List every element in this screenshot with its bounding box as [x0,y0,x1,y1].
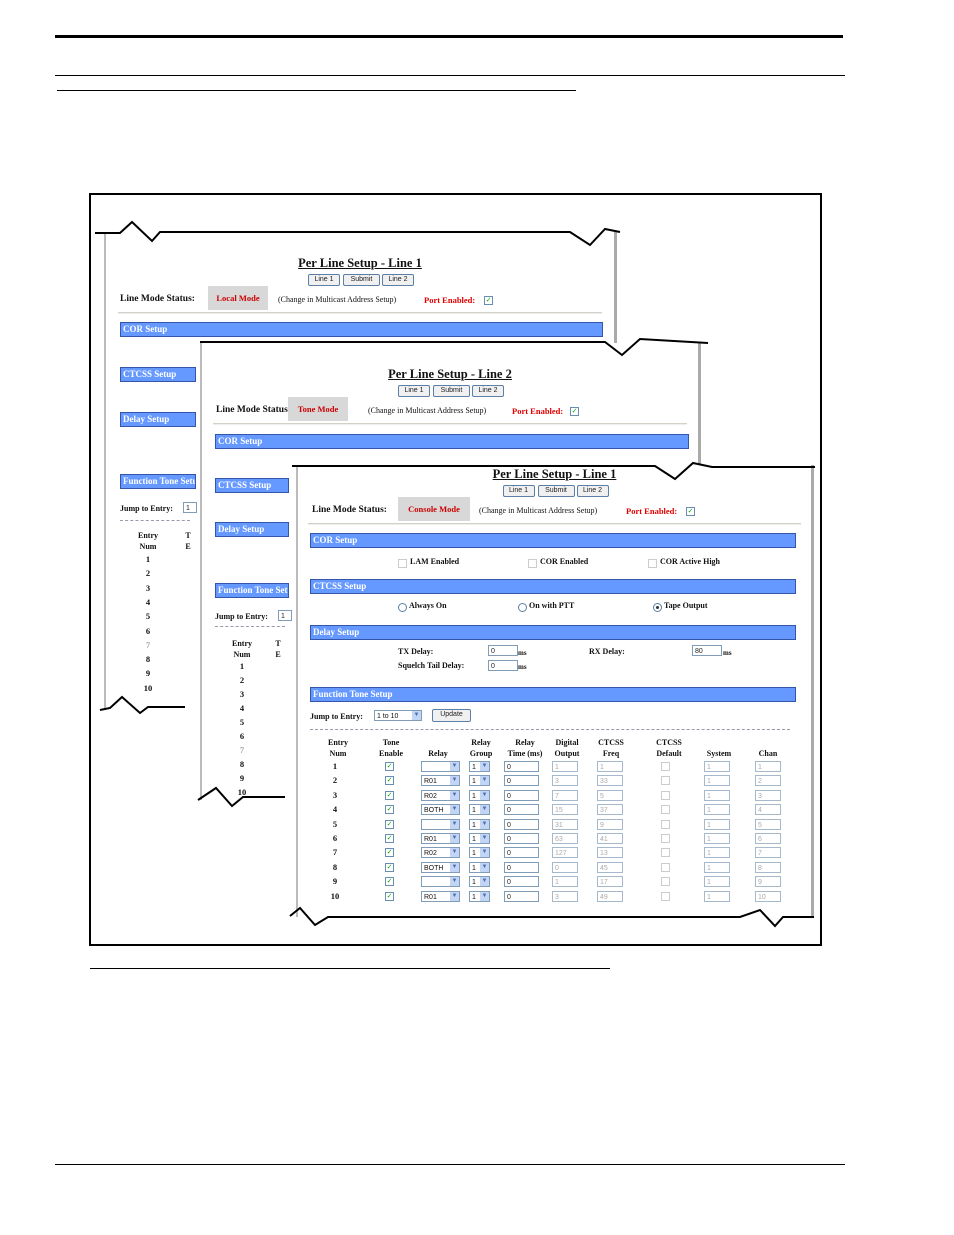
panel1-top-break [95,220,621,247]
panel3-top-break [292,461,815,481]
footer-rule [55,1164,845,1165]
panel2-bottom-break [197,786,285,808]
panel2-top-break [200,337,709,357]
panel3-bottom-break [289,906,814,928]
break-lines [95,220,815,928]
panel1-bottom-break [99,695,185,715]
document-page: Per Line Setup - Line 1 Line 1 Submit Line … [0,0,954,1235]
caption-rule [90,968,610,969]
